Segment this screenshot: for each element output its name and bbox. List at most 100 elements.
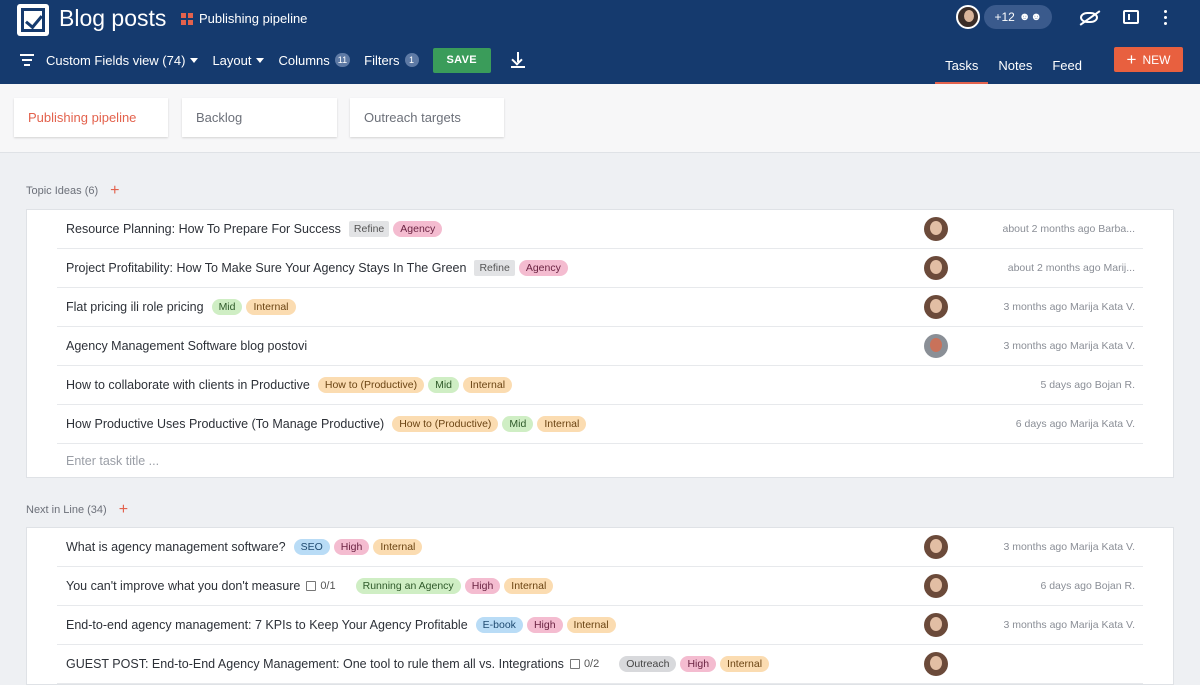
assignee-avatar[interactable]: [924, 295, 948, 319]
tag-badge: SEO: [293, 539, 330, 555]
task-row[interactable]: How Productive Uses Productive (To Manag…: [57, 405, 1143, 444]
group-title: Topic Ideas (6): [26, 185, 99, 197]
task-meta: 3 months ago Marija Kata V.: [1003, 301, 1135, 313]
checklist-progress: 0/1: [306, 580, 336, 592]
tag-badge: Mid: [211, 299, 243, 315]
task-meta: 6 days ago Bojan R.: [1040, 580, 1135, 592]
checklist-count: 0/1: [320, 580, 336, 592]
task-row[interactable]: You can't improve what you don't measure…: [57, 567, 1143, 606]
chevron-down-icon: [190, 57, 199, 63]
more-options-button[interactable]: [1152, 5, 1178, 29]
sidebar-icon: [1123, 10, 1139, 24]
assignee-avatar[interactable]: [924, 217, 948, 241]
task-meta: 3 months ago Marija Kata V.: [1003, 619, 1135, 631]
section-tab-outreach-targets[interactable]: Outreach targets: [350, 98, 504, 137]
task-row[interactable]: Project Profitability: How To Make Sure …: [57, 249, 1143, 288]
task-row[interactable]: End-to-end agency management: 7 KPIs to …: [57, 606, 1143, 645]
assignee-avatar[interactable]: [924, 574, 948, 598]
tag-badge: Internal: [463, 377, 513, 393]
task-row[interactable]: What is agency management software? SEO Hi…: [57, 528, 1143, 567]
tab-tasks[interactable]: Tasks: [935, 46, 989, 84]
tag-badge: Mid: [502, 416, 534, 432]
group-title: Next in Line (34): [26, 504, 107, 516]
tag-badge: Running an Agency: [355, 578, 461, 594]
tag-badge: Agency: [518, 260, 568, 276]
kebab-menu-icon: [1163, 9, 1167, 25]
view-tabs: Tasks Notes Feed + NEW: [935, 46, 1183, 84]
members-more-button[interactable]: +12 ☻☻: [984, 5, 1052, 29]
download-icon[interactable]: [510, 52, 525, 68]
filters-button[interactable]: Filters 1: [364, 52, 419, 68]
tag-badge: E-book: [475, 617, 523, 633]
task-title[interactable]: What is agency management software?: [66, 540, 286, 554]
members-more-count: +12: [994, 10, 1015, 24]
tag-badge: Internal: [720, 656, 770, 672]
task-title[interactable]: End-to-end agency management: 7 KPIs to …: [66, 618, 468, 632]
tag-badge: Internal: [373, 539, 423, 555]
task-title[interactable]: Resource Planning: How To Prepare For Su…: [66, 222, 341, 236]
assignee-avatar[interactable]: [924, 256, 948, 280]
task-title[interactable]: Flat pricing ili role pricing: [66, 300, 204, 314]
task-row[interactable]: Agency Management Software blog postovi 3…: [57, 327, 1143, 366]
task-meta: about 2 months ago Barba...: [1002, 223, 1135, 235]
people-icon: ☻☻: [1018, 11, 1042, 23]
task-title[interactable]: Agency Management Software blog postovi: [66, 339, 307, 353]
assignee-avatar[interactable]: [924, 334, 948, 358]
filters-count-badge: 1: [404, 53, 419, 67]
task-meta: 3 months ago Marija Kata V.: [1003, 541, 1135, 553]
view-selector[interactable]: Custom Fields view (74): [46, 53, 199, 68]
columns-button[interactable]: Columns 11: [278, 52, 351, 68]
app-header: Blog posts Publishing pipeline +12 ☻☻ Cu…: [0, 0, 1200, 84]
task-title[interactable]: GUEST POST: End-to-End Agency Management…: [66, 657, 564, 671]
filter-lines-icon[interactable]: [20, 54, 34, 66]
tag-badge: Internal: [246, 299, 296, 315]
visibility-toggle-button[interactable]: [1068, 5, 1110, 29]
section-tab-backlog[interactable]: Backlog: [182, 98, 337, 137]
columns-count-badge: 11: [334, 53, 351, 67]
task-meta: 6 days ago Marija Kata V.: [1015, 418, 1135, 430]
breadcrumb[interactable]: Publishing pipeline: [181, 11, 307, 26]
assignee-avatar[interactable]: [924, 613, 948, 637]
task-list-topic-ideas: Resource Planning: How To Prepare For Su…: [26, 209, 1174, 478]
section-tab-publishing-pipeline[interactable]: Publishing pipeline: [14, 98, 168, 137]
sidebar-toggle-button[interactable]: [1110, 5, 1152, 29]
add-task-plus-icon[interactable]: +: [119, 502, 128, 518]
task-title[interactable]: How to collaborate with clients in Produ…: [66, 378, 310, 392]
plus-icon: +: [1126, 50, 1137, 69]
tag-badge: High: [680, 656, 717, 672]
task-row[interactable]: Flat pricing ili role pricing Mid Internal…: [57, 288, 1143, 327]
tag-badge: How to (Productive): [317, 377, 425, 393]
task-title[interactable]: You can't improve what you don't measure: [66, 579, 300, 593]
assignee-avatar[interactable]: [924, 535, 948, 559]
task-meta: about 2 months ago Marij...: [1007, 262, 1135, 274]
new-button-label: NEW: [1142, 52, 1171, 67]
member-avatar[interactable]: [956, 5, 981, 29]
assignee-avatar[interactable]: [924, 652, 948, 676]
task-title[interactable]: Project Profitability: How To Make Sure …: [66, 261, 466, 275]
chevron-down-icon: [256, 57, 265, 63]
task-meta: 3 months ago Marija Kata V.: [1003, 340, 1135, 352]
tab-notes[interactable]: Notes: [988, 46, 1042, 84]
tab-feed[interactable]: Feed: [1042, 46, 1092, 84]
task-row[interactable]: GUEST POST: End-to-End Agency Management…: [57, 645, 1143, 684]
add-task-plus-icon[interactable]: +: [110, 183, 119, 199]
tag-badge: Internal: [566, 617, 616, 633]
columns-label: Columns: [278, 52, 330, 68]
tag-badge: Mid: [428, 377, 459, 393]
save-button[interactable]: SAVE: [432, 47, 491, 73]
tag-badge: Internal: [504, 578, 554, 594]
app-logo-icon[interactable]: [17, 4, 49, 36]
new-button[interactable]: + NEW: [1114, 47, 1183, 72]
view-toolbar: Custom Fields view (74) Layout Columns 1…: [20, 47, 525, 73]
task-row[interactable]: Resource Planning: How To Prepare For Su…: [57, 210, 1143, 249]
layout-dropdown[interactable]: Layout: [212, 53, 265, 68]
eye-off-icon: [1080, 11, 1098, 23]
filters-label: Filters: [364, 52, 400, 68]
tag-badge: High: [333, 539, 370, 555]
task-row[interactable]: How to collaborate with clients in Produ…: [57, 366, 1143, 405]
task-title[interactable]: How Productive Uses Productive (To Manag…: [66, 417, 384, 431]
new-task-input[interactable]: Enter task title ...: [57, 444, 1143, 477]
group-header-topic-ideas: Topic Ideas (6) +: [26, 183, 120, 199]
tag-badge: High: [526, 617, 563, 633]
tag-badge: Refine: [348, 221, 390, 237]
